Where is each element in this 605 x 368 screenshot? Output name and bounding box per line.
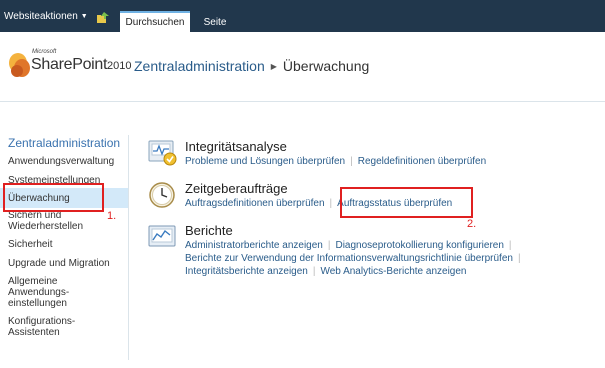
site-actions-label: Websiteaktionen bbox=[4, 11, 78, 22]
page-header: Microsoft SharePoint 2010 Zentraladminis… bbox=[0, 32, 605, 102]
breadcrumb-root-link[interactable]: Zentraladministration bbox=[134, 58, 265, 74]
site-actions-menu[interactable]: Websiteaktionen ▼ bbox=[4, 11, 88, 22]
quick-launch: Zentraladministration Anwendungsverwaltu… bbox=[0, 135, 129, 360]
tab-page-label: Seite bbox=[203, 17, 227, 28]
link-row: Berichte zur Verwendung der Informations… bbox=[185, 253, 526, 264]
link-policy-usage-reports[interactable]: Berichte zur Verwendung der Informations… bbox=[185, 253, 513, 264]
nav-item-upgrade-migration[interactable]: Upgrade und Migration bbox=[8, 258, 126, 269]
nav-item-security[interactable]: Sicherheit bbox=[8, 239, 126, 250]
tab-page[interactable]: Seite bbox=[198, 11, 232, 32]
logo-version-text: 2010 bbox=[107, 60, 132, 72]
link-separator: | bbox=[329, 198, 333, 209]
link-review-problems[interactable]: Probleme und Lösungen überprüfen bbox=[185, 156, 345, 167]
annotation-number-2: 2. bbox=[467, 218, 477, 230]
logo-microsoft-text: Microsoft bbox=[32, 49, 57, 55]
link-health-reports[interactable]: Integritätsberichte anzeigen bbox=[185, 266, 308, 277]
clock-icon bbox=[149, 182, 175, 208]
reports-icon bbox=[148, 225, 176, 247]
health-analyzer-icon bbox=[148, 140, 177, 166]
breadcrumb-current: Überwachung bbox=[282, 58, 370, 74]
tab-browse-label: Durchsuchen bbox=[125, 17, 185, 28]
link-review-job-definitions[interactable]: Auftragsdefinitionen überprüfen bbox=[185, 198, 325, 209]
breadcrumb-separator-icon: ▶ bbox=[270, 62, 277, 71]
chevron-down-icon: ▼ bbox=[80, 13, 88, 20]
link-separator: | bbox=[508, 240, 512, 251]
section-title-health-analyzer[interactable]: Integritätsanalyse bbox=[185, 139, 287, 154]
link-separator: | bbox=[350, 156, 353, 167]
nav-item-backup-restore[interactable]: Sichern und Wiederherstellen bbox=[8, 210, 88, 232]
link-review-rule-definitions[interactable]: Regeldefinitionen überprüfen bbox=[358, 156, 486, 167]
link-separator: | bbox=[327, 240, 331, 251]
link-admin-reports[interactable]: Administratorberichte anzeigen bbox=[185, 240, 323, 251]
ribbon-bar: Websiteaktionen ▼ Durchsuchen Seite bbox=[0, 0, 605, 32]
link-row: Probleme und Lösungen überprüfen | Regelde… bbox=[185, 156, 486, 167]
annotation-box-monitoring bbox=[3, 183, 104, 212]
link-separator: | bbox=[312, 266, 316, 277]
section-title-timer-jobs[interactable]: Zeitgeberaufträge bbox=[185, 181, 288, 196]
link-web-analytics-reports[interactable]: Web Analytics-Berichte anzeigen bbox=[320, 266, 466, 277]
link-row: Administratorberichte anzeigen | Diagnosep… bbox=[185, 240, 517, 251]
annotation-box-job-status bbox=[340, 187, 473, 218]
link-configure-diagnostic-logging[interactable]: Diagnoseprotokollierung konfigurieren bbox=[335, 240, 503, 251]
nav-item-general-settings[interactable]: Allgemeine Anwendungs-einstellungen bbox=[8, 276, 83, 309]
tab-browse[interactable]: Durchsuchen bbox=[120, 11, 190, 32]
sharepoint-logo-icon bbox=[9, 53, 30, 77]
annotation-number-1: 1. bbox=[107, 210, 117, 222]
nav-item-configuration-wizards[interactable]: Konfigurations-Assistenten bbox=[8, 316, 93, 338]
navigate-up-icon[interactable] bbox=[97, 12, 109, 23]
logo-product-text: SharePoint bbox=[31, 56, 108, 73]
link-separator: | bbox=[517, 253, 521, 264]
link-row: Integritätsberichte anzeigen | Web Analyti… bbox=[185, 266, 466, 277]
breadcrumb: Zentraladministration ▶ Überwachung bbox=[134, 58, 369, 74]
nav-item-application-management[interactable]: Anwendungsverwaltung bbox=[8, 156, 126, 167]
section-title-reports[interactable]: Berichte bbox=[185, 223, 233, 238]
nav-title-central-admin[interactable]: Zentraladministration bbox=[8, 136, 120, 150]
